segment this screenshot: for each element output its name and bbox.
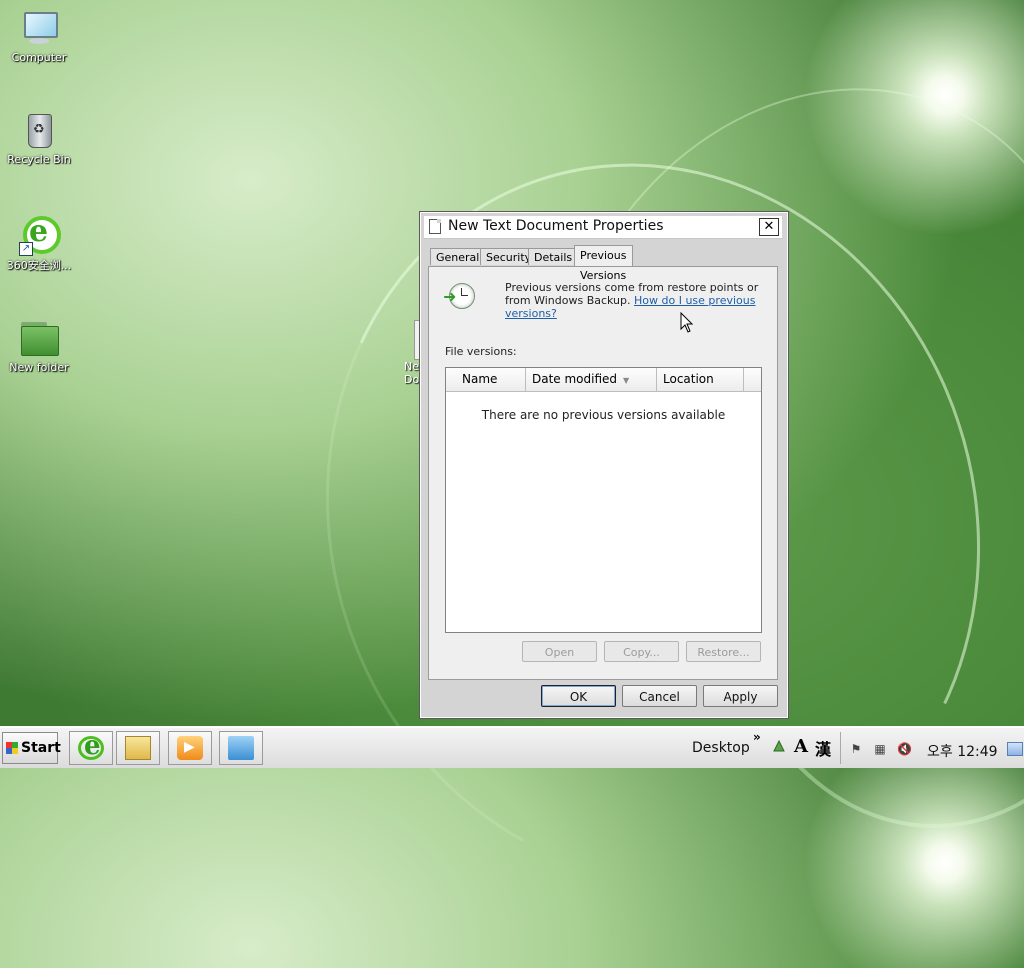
action-center-flag-icon[interactable]: ⚑ [849, 742, 863, 756]
taskbar-media-player-button[interactable] [168, 731, 212, 765]
network-settings-icon [228, 736, 254, 760]
dialog-title: New Text Document Properties [448, 218, 664, 234]
list-header: Name Date modified ▼ Location [446, 368, 761, 392]
column-header-location[interactable]: Location [657, 368, 744, 391]
explorer-folder-icon [125, 736, 151, 760]
apply-button[interactable]: Apply [703, 685, 778, 707]
taskbar: Start Desktop » A 漢 ⚑ ▦ 🔇 오후 12:49 [0, 726, 1024, 768]
info-text: Previous versions come from restore poin… [505, 281, 765, 320]
computer-icon [19, 8, 59, 48]
taskbar-clock[interactable]: 오후 12:49 [927, 741, 998, 761]
sort-down-icon: ▼ [623, 376, 630, 385]
tab-general[interactable]: General [430, 248, 486, 265]
desktop-icon-computer[interactable]: Computer [0, 8, 78, 64]
desktop-icon-360-browser[interactable]: e ↗ 360安全浏... [0, 214, 78, 273]
dialog-titlebar[interactable]: New Text Document Properties ✕ [424, 216, 782, 239]
file-versions-list[interactable]: Name Date modified ▼ Location There are n… [445, 367, 762, 633]
restore-button[interactable]: Restore... [686, 641, 761, 662]
properties-dialog: New Text Document Properties ✕ General S… [419, 211, 789, 719]
desktop-icon-label: 360安全浏... [6, 259, 72, 272]
empty-list-message: There are no previous versions available [481, 408, 726, 422]
taskbar-browser-button[interactable] [69, 731, 113, 765]
column-header-filler [744, 368, 761, 391]
open-button[interactable]: Open [522, 641, 597, 662]
start-button[interactable]: Start [2, 732, 61, 764]
desktop-icon-recycle-bin[interactable]: Recycle Bin [0, 110, 78, 166]
folder-icon [19, 318, 59, 358]
browser-icon [78, 731, 104, 761]
ime-language-icon[interactable] [772, 739, 786, 753]
ime-mode-indicator[interactable]: A [794, 736, 808, 757]
tab-previous-versions[interactable]: Previous Versions [574, 245, 633, 282]
recycle-bin-icon [19, 110, 59, 150]
desktop-icon-label: New folder [9, 361, 69, 374]
restore-clock-icon: ➜ [443, 281, 475, 313]
close-button[interactable]: ✕ [759, 218, 779, 236]
browser-shortcut-icon: e ↗ [19, 214, 61, 256]
windows-flag-icon [6, 742, 18, 754]
column-header-name[interactable]: Name [446, 368, 526, 391]
start-label: Start [21, 740, 61, 756]
desktop-icon-label: Recycle Bin [7, 153, 71, 166]
desktop-toolbar-label[interactable]: Desktop [692, 740, 750, 756]
taskbar-explorer-button[interactable] [116, 731, 160, 765]
ok-button[interactable]: OK [541, 685, 616, 707]
system-tray: ⚑ ▦ 🔇 오후 12:49 [840, 732, 1024, 764]
column-header-date-modified[interactable]: Date modified ▼ [526, 368, 657, 391]
taskbar-network-button[interactable] [219, 731, 263, 765]
ime-hanja-indicator[interactable]: 漢 [815, 736, 831, 760]
desktop-icon-label: Computer [11, 51, 67, 64]
tab-panel-previous-versions: ➜ Previous versions come from restore po… [428, 266, 778, 680]
toolbar-chevron-icon[interactable]: » [753, 730, 761, 744]
desktop-icon-new-folder[interactable]: New folder [0, 318, 78, 374]
copy-button[interactable]: Copy... [604, 641, 679, 662]
media-player-icon [177, 736, 203, 760]
volume-muted-icon[interactable]: 🔇 [897, 742, 912, 756]
show-desktop-icon[interactable] [1007, 742, 1023, 756]
file-versions-label: File versions: [445, 345, 517, 358]
document-icon [429, 219, 441, 234]
tab-details[interactable]: Details [528, 248, 579, 265]
network-status-icon[interactable]: ▦ [873, 742, 887, 756]
cancel-button[interactable]: Cancel [622, 685, 697, 707]
